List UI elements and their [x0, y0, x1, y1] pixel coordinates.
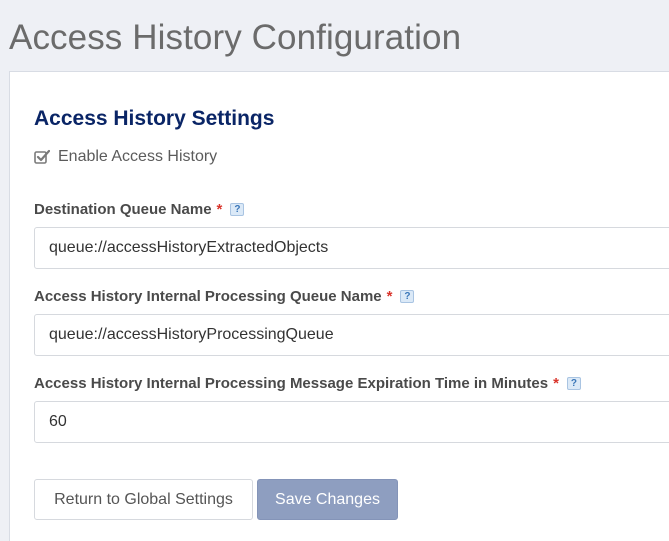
expiration-time-label-text: Access History Internal Processing Messa…: [34, 375, 549, 392]
destination-queue-input[interactable]: [34, 227, 669, 269]
expiration-time-input[interactable]: [34, 401, 669, 443]
checkbox-checked-icon[interactable]: [34, 149, 51, 165]
required-asterisk: *: [216, 201, 223, 218]
save-changes-button[interactable]: Save Changes: [257, 479, 398, 520]
processing-queue-label-text: Access History Internal Processing Queue…: [34, 288, 382, 305]
destination-queue-label: Destination Queue Name * ?: [34, 201, 245, 218]
processing-queue-input[interactable]: [34, 314, 669, 356]
help-icon[interactable]: ?: [230, 203, 245, 216]
settings-panel: Access History Settings Enable Access Hi…: [9, 71, 669, 541]
return-to-global-settings-button[interactable]: Return to Global Settings: [34, 479, 253, 520]
required-asterisk: *: [553, 375, 559, 392]
help-icon[interactable]: ?: [400, 290, 415, 303]
expiration-time-label: Access History Internal Processing Messa…: [34, 375, 581, 392]
help-icon[interactable]: ?: [566, 377, 581, 390]
required-asterisk: *: [386, 288, 393, 305]
enable-access-history-checkbox[interactable]: Enable Access History: [34, 148, 217, 166]
enable-access-history-label: Enable Access History: [58, 148, 218, 165]
section-title: Access History Settings: [34, 107, 275, 130]
destination-queue-label-text: Destination Queue Name: [34, 201, 212, 218]
processing-queue-label: Access History Internal Processing Queue…: [34, 288, 415, 305]
page-title: Access History Configuration: [9, 18, 462, 57]
